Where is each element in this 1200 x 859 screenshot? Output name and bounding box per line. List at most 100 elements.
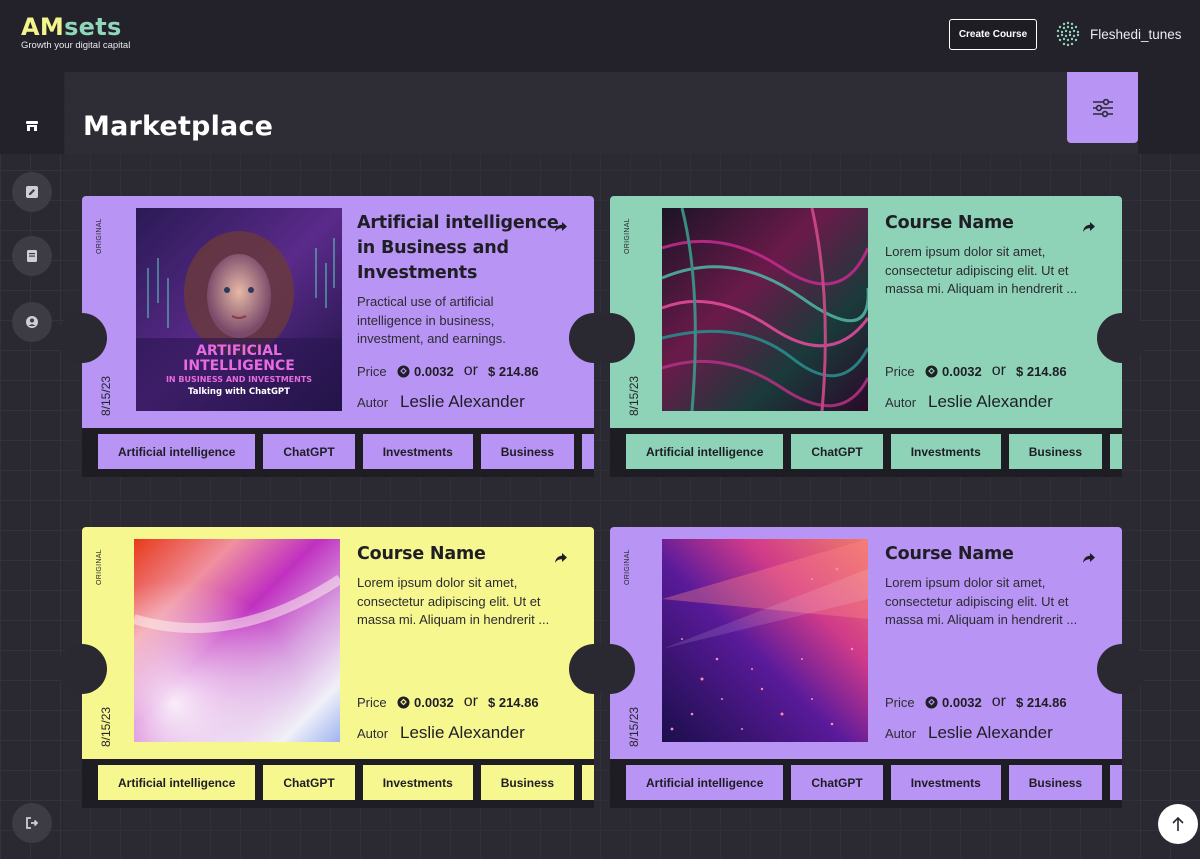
price-label: Price [357,694,387,710]
tag-chip[interactable]: Artificial intelligence [626,434,784,469]
tag-chip[interactable]: Investments [890,765,1001,800]
tag-chip[interactable]: ChatGPT [791,765,883,800]
tag-chip[interactable]: ChatGPT [263,765,355,800]
create-course-button[interactable]: Create Course [949,19,1037,50]
coin-icon [397,365,410,377]
author-name[interactable]: Leslie Alexander [928,392,1053,412]
arrow-up-icon [1172,816,1184,831]
course-card[interactable]: ORIGINAL 8/15/23 ARTIFICIAL INTELLIGENCE… [57,196,619,477]
logo[interactable]: AMsets Growth your digital capital [21,14,130,51]
ai-cover-image: ARTIFICIAL INTELLIGENCE IN BUSINESS AND … [136,208,342,411]
tag-chip[interactable]: B [582,434,594,469]
crypto-price: 0.0032 [414,363,454,379]
ticket-notch-left [57,313,107,363]
logo-title: AMsets [21,14,130,40]
tag-chip[interactable]: Business [1008,434,1103,469]
course-description: Practical use of artificial intelligence… [357,294,506,346]
or-text: or [463,362,478,379]
tag-chip[interactable]: Business [1008,765,1103,800]
author-label: Autor [885,394,917,410]
book-icon [27,250,37,262]
card-date: 8/15/23 [627,375,641,416]
filter-button[interactable] [1067,72,1138,143]
original-badge: ORIGINAL [624,549,631,585]
original-badge: ORIGINAL [624,218,631,254]
cover-line-4: Talking with ChatGPT [188,387,290,397]
coin-icon [925,696,938,708]
course-card[interactable]: ORIGINAL 8/15/23 Course Name Lorem ipsum… [57,527,619,808]
course-description: Lorem ipsum dolor sit amet, consectetur … [885,244,1078,296]
course-thumbnail[interactable]: ARTIFICIAL INTELLIGENCE IN BUSINESS AND … [136,208,342,411]
price-row: Price 0.0032 or $ 214.86 [357,693,539,711]
author-name[interactable]: Leslie Alexander [928,723,1053,743]
author-name[interactable]: Leslie Alexander [400,723,525,743]
card-date: 8/15/23 [99,706,113,747]
tag-chip[interactable]: Investments [362,765,473,800]
sidebar-item-edit[interactable] [12,172,52,212]
tag-chip[interactable]: Investments [890,434,1001,469]
author-label: Autor [357,394,389,410]
usd-price: $ 214.86 [488,363,539,379]
edit-icon [26,186,38,198]
card-info: Artificial intelligence in Business and … [357,211,562,349]
tag-strip: Artificial intelligence ChatGPT Investme… [82,428,594,477]
or-text: or [991,693,1006,710]
cover-line-2: INTELLIGENCE [183,358,295,374]
author-row: Autor Leslie Alexander [357,723,525,743]
share-icon[interactable] [554,551,568,565]
course-thumbnail[interactable] [134,539,340,742]
card-info: Course Name Lorem ipsum dolor sit amet, … [357,542,562,630]
share-icon[interactable] [1082,551,1096,565]
price-row: Price 0.0032 or $ 214.86 [357,362,539,380]
course-title[interactable]: Course Name [885,211,1090,236]
tag-chip[interactable]: B [1110,434,1122,469]
store-icon [26,121,38,131]
ticket-notch-right [1097,313,1147,363]
tag-chip[interactable]: Business [480,765,575,800]
top-header: AMsets Growth your digital capital Creat… [0,0,1200,72]
gradient-cover-image [134,539,340,742]
tag-strip: Artificial intelligence ChatGPT Investme… [82,759,594,808]
author-row: Autor Leslie Alexander [885,392,1053,412]
usd-price: $ 214.86 [1016,694,1067,710]
course-title[interactable]: Artificial intelligence in Business and … [357,211,562,286]
ticket-notch-left [585,313,635,363]
price-label: Price [357,363,387,379]
tag-chip[interactable]: Artificial intelligence [98,434,256,469]
or-text: or [991,362,1006,379]
price-row: Price 0.0032 or $ 214.86 [885,693,1067,711]
sidebar-item-courses[interactable] [12,236,52,276]
logout-icon [26,817,39,829]
sidebar-item-marketplace[interactable] [12,106,52,146]
author-name[interactable]: Leslie Alexander [400,392,525,412]
course-card[interactable]: ORIGINAL 8/15/23 Course Name Lorem ipsum… [585,527,1147,808]
tag-chip[interactable]: B [582,765,594,800]
ticket-notch-right [1097,644,1147,694]
author-row: Autor Leslie Alexander [885,723,1053,743]
crypto-price: 0.0032 [942,694,982,710]
tag-chip[interactable]: Investments [362,434,473,469]
user-profile[interactable]: Fleshedi_tunes [1054,20,1182,48]
sidebar-item-profile[interactable] [12,302,52,342]
course-thumbnail[interactable] [662,539,868,742]
abstract-cover-image [662,208,868,411]
tag-chip[interactable]: ChatGPT [263,434,355,469]
course-card[interactable]: ORIGINAL 8/15/23 Course Name Lorem ipsum… [585,196,1147,477]
tag-chip[interactable]: Artificial intelligence [626,765,784,800]
tag-chip[interactable]: Business [480,434,575,469]
course-description: Lorem ipsum dolor sit amet, consectetur … [357,575,550,627]
tag-chip[interactable]: Artificial intelligence [98,765,256,800]
logout-button[interactable] [12,803,52,843]
course-title[interactable]: Course Name [357,542,562,567]
tag-chip[interactable]: ChatGPT [791,434,883,469]
course-title[interactable]: Course Name [885,542,1090,567]
price-label: Price [885,694,915,710]
scroll-to-top-button[interactable] [1158,804,1198,844]
ticket-notch-left [57,644,107,694]
course-thumbnail[interactable] [662,208,868,411]
share-icon[interactable] [554,220,568,234]
share-icon[interactable] [1082,220,1096,234]
coin-icon [397,696,410,708]
usd-price: $ 214.86 [1016,363,1067,379]
tag-chip[interactable]: B [1110,765,1122,800]
